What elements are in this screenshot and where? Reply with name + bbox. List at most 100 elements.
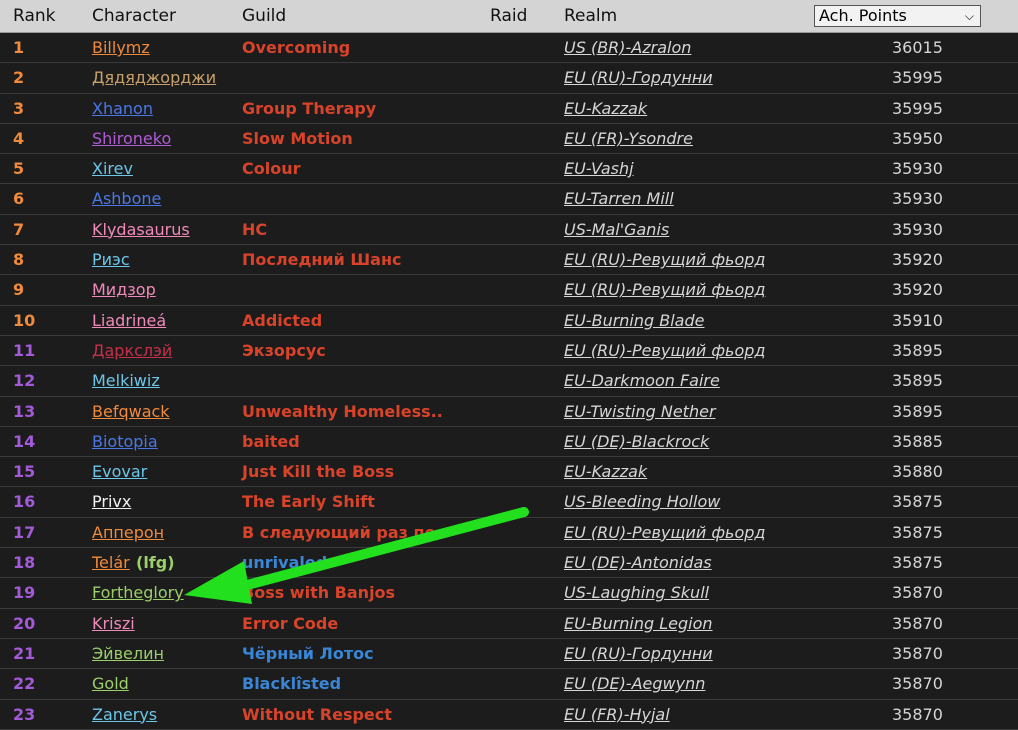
rank-cell: 7 — [13, 219, 25, 239]
table-row: 17 Апперон В следующий раз по.. EU (RU)-… — [0, 517, 1018, 549]
character-link[interactable]: Риэс — [92, 250, 130, 269]
table-row: 11 Даркслэй Экзорсус EU (RU)-Ревущий фьо… — [0, 335, 1018, 367]
table-row: 19 Fortheglory Boss with Banjos US-Laugh… — [0, 578, 1018, 609]
realm-link[interactable]: EU (RU)-Гордунни — [564, 68, 713, 87]
header-rank[interactable]: Rank — [13, 6, 55, 26]
points-cell: 35875 — [892, 492, 943, 512]
realm-link[interactable]: EU (DE)-Aegwynn — [564, 674, 705, 693]
rank-cell: 15 — [13, 462, 36, 482]
realm-link[interactable]: EU (RU)-Гордунни — [564, 644, 713, 663]
points-cell: 35875 — [892, 522, 943, 542]
character-link[interactable]: Xirev — [92, 159, 133, 178]
guild-link[interactable]: Boss with Banjos — [242, 583, 395, 602]
header-character[interactable]: Character — [92, 6, 176, 26]
character-link[interactable]: Эйвелин — [92, 644, 164, 663]
realm-link[interactable]: EU (DE)-Antonidas — [564, 553, 712, 572]
guild-link[interactable]: В следующий раз по.. — [242, 523, 448, 542]
realm-link[interactable]: EU (RU)-Ревущий фьорд — [564, 523, 765, 542]
realm-link[interactable]: EU (RU)-Ревущий фьорд — [564, 250, 765, 269]
character-link[interactable]: Kriszi — [92, 614, 135, 633]
character-link[interactable]: Billymz — [92, 38, 150, 57]
guild-link[interactable]: Чёрный Лотос — [242, 644, 374, 663]
points-cell: 35950 — [892, 128, 943, 148]
guild-link[interactable]: Overcoming — [242, 38, 350, 57]
guild-link[interactable]: The Early Shift — [242, 492, 375, 511]
guild-link[interactable]: Addicted — [242, 311, 322, 330]
realm-link[interactable]: EU (RU)-Ревущий фьорд — [564, 280, 765, 299]
realm-link[interactable]: US-Bleeding Hollow — [564, 492, 720, 511]
header-raid[interactable]: Raid — [490, 6, 527, 26]
guild-link[interactable]: Экзорсус — [242, 341, 326, 360]
table-row: 1 Billymz Overcoming US (BR)-Azralon 360… — [0, 33, 1018, 64]
character-link[interactable]: Дядяджорджи — [92, 68, 216, 87]
character-link[interactable]: Klydasaurus — [92, 220, 190, 239]
rank-cell: 13 — [13, 401, 36, 421]
character-link[interactable]: Мидзор — [92, 280, 156, 299]
guild-link[interactable]: unrivaled — [242, 553, 327, 572]
character-link[interactable]: Privx — [92, 492, 131, 511]
realm-link[interactable]: EU-Twisting Nether — [564, 402, 716, 421]
realm-link[interactable]: EU (FR)-Ysondre — [564, 129, 693, 148]
rank-cell: 17 — [13, 522, 36, 542]
sort-selected-value: Ach. Points — [819, 6, 907, 25]
guild-link[interactable]: HC — [242, 220, 267, 239]
character-link[interactable]: Melkiwiz — [92, 371, 160, 390]
points-cell: 35920 — [892, 280, 943, 300]
guild-link[interactable]: Just Kill the Boss — [242, 462, 394, 481]
table-row: 14 Biotopia baited EU (DE)-Blackrock 358… — [0, 426, 1018, 458]
character-link[interactable]: Shironeko — [92, 129, 171, 148]
table-row: 6 Ashbone EU-Tarren Mill 35930 — [0, 184, 1018, 215]
guild-link[interactable]: baited — [242, 432, 300, 451]
realm-link[interactable]: EU-Darkmoon Faire — [564, 371, 720, 390]
points-cell: 35930 — [892, 189, 943, 209]
guild-link[interactable]: Colour — [242, 159, 301, 178]
realm-link[interactable]: EU (RU)-Ревущий фьорд — [564, 341, 765, 360]
character-link[interactable]: Zanerys — [92, 705, 157, 724]
realm-link[interactable]: EU (DE)-Blackrock — [564, 432, 709, 451]
table-row: 15 Evovar Just Kill the Boss EU-Kazzak 3… — [0, 457, 1018, 488]
character-link[interactable]: Biotopia — [92, 432, 158, 451]
sort-select[interactable]: Ach. Points ⌵ — [814, 5, 981, 27]
realm-link[interactable]: EU-Kazzak — [564, 462, 647, 481]
header-realm[interactable]: Realm — [564, 6, 617, 26]
realm-link[interactable]: EU-Burning Blade — [564, 311, 704, 330]
table-row: 16 Privx The Early Shift US-Bleeding Hol… — [0, 487, 1018, 518]
realm-link[interactable]: EU-Tarren Mill — [564, 189, 674, 208]
rank-cell: 6 — [13, 189, 25, 209]
guild-link[interactable]: Последний Шанс — [242, 250, 402, 269]
table-row: 4 Shironeko Slow Motion EU (FR)-Ysondre … — [0, 123, 1018, 155]
rank-cell: 21 — [13, 643, 36, 663]
character-link[interactable]: Gold — [92, 674, 129, 693]
guild-link[interactable]: Group Therapy — [242, 99, 376, 118]
character-link[interactable]: Xhanon — [92, 99, 153, 118]
character-link[interactable]: Evovar — [92, 462, 147, 481]
character-link[interactable]: Telár — [92, 553, 130, 572]
realm-link[interactable]: US-Mal'Ganis — [564, 220, 669, 239]
character-link[interactable]: Ashbone — [92, 189, 161, 208]
rank-cell: 3 — [13, 98, 25, 118]
realm-link[interactable]: US-Laughing Skull — [564, 583, 709, 602]
realm-link[interactable]: US (BR)-Azralon — [564, 38, 691, 57]
guild-link[interactable]: Blacklîsted — [242, 674, 341, 693]
table-row: 9 Мидзор EU (RU)-Ревущий фьорд 35920 — [0, 275, 1018, 306]
realm-link[interactable]: EU-Vashj — [564, 159, 634, 178]
realm-link[interactable]: EU-Kazzak — [564, 99, 647, 118]
header-guild[interactable]: Guild — [242, 6, 286, 26]
points-cell: 35870 — [892, 613, 943, 633]
points-cell: 36015 — [892, 38, 943, 57]
realm-link[interactable]: EU (FR)-Hyjal — [564, 705, 670, 724]
realm-link[interactable]: EU-Burning Legion — [564, 614, 713, 633]
points-cell: 35895 — [892, 371, 943, 391]
guild-link[interactable]: Unwealthy Homeless.. — [242, 402, 443, 421]
guild-link[interactable]: Without Respect — [242, 705, 392, 724]
character-link[interactable]: Апперон — [92, 523, 164, 542]
character-link[interactable]: Befqwack — [92, 402, 170, 421]
guild-link[interactable]: Slow Motion — [242, 129, 353, 148]
table-row: 21 Эйвелин Чёрный Лотос EU (RU)-Гордунни… — [0, 638, 1018, 670]
character-link[interactable]: Даркслэй — [92, 341, 172, 360]
guild-link[interactable]: Error Code — [242, 614, 338, 633]
points-cell: 35995 — [892, 68, 943, 88]
character-link[interactable]: Fortheglory — [92, 583, 184, 602]
character-link[interactable]: Liadrineá — [92, 311, 166, 330]
table-row: 5 Xirev Colour EU-Vashj 35930 — [0, 154, 1018, 185]
